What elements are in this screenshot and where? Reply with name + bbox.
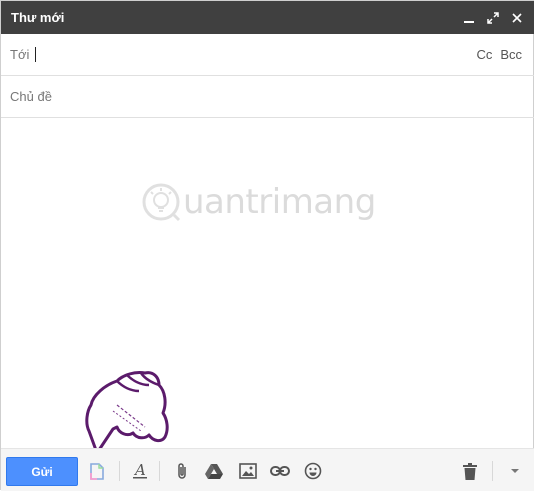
toolbar-divider (492, 461, 493, 481)
emoji-icon[interactable] (303, 461, 323, 481)
close-icon[interactable] (505, 6, 529, 30)
watermark-text: uantrimang (183, 182, 376, 222)
bcc-link[interactable]: Bcc (500, 47, 522, 62)
subject-row (1, 76, 534, 118)
cc-bcc-links: Cc Bcc (476, 47, 522, 62)
compose-title: Thư mới (11, 10, 65, 25)
cc-link[interactable]: Cc (476, 47, 492, 62)
window-controls (457, 1, 529, 34)
watermark-q-icon (142, 183, 181, 222)
attach-icon[interactable] (172, 461, 192, 481)
minimize-icon[interactable] (457, 6, 481, 30)
to-label: Tới (10, 47, 30, 62)
pointing-hand-icon (85, 371, 169, 455)
insert-link-icon[interactable] (270, 461, 290, 481)
watermark-logo: uantrimang (141, 182, 376, 222)
toolbar-divider (119, 461, 120, 481)
insert-photo-icon[interactable] (238, 461, 258, 481)
subject-input[interactable] (10, 89, 510, 104)
popout-icon[interactable] (481, 6, 505, 30)
format-text-icon[interactable]: A (130, 461, 150, 481)
drive-icon[interactable] (204, 461, 224, 481)
message-body[interactable]: uantrimang (1, 118, 534, 448)
compose-toolbar: Gửi A (1, 448, 534, 491)
toolbar-divider (159, 461, 160, 481)
compose-window: Thư mới Tới Cc Bcc Chủ đề uantrimang Gửi… (0, 0, 534, 491)
compose-titlebar[interactable]: Thư mới (1, 1, 534, 34)
more-options-icon[interactable] (505, 461, 525, 481)
to-input[interactable] (36, 47, 417, 62)
to-row: Tới Cc Bcc (1, 34, 534, 76)
document-icon[interactable] (87, 461, 107, 481)
svg-text:A: A (133, 462, 146, 479)
send-button[interactable]: Gửi (6, 457, 78, 486)
trash-icon[interactable] (460, 461, 480, 481)
